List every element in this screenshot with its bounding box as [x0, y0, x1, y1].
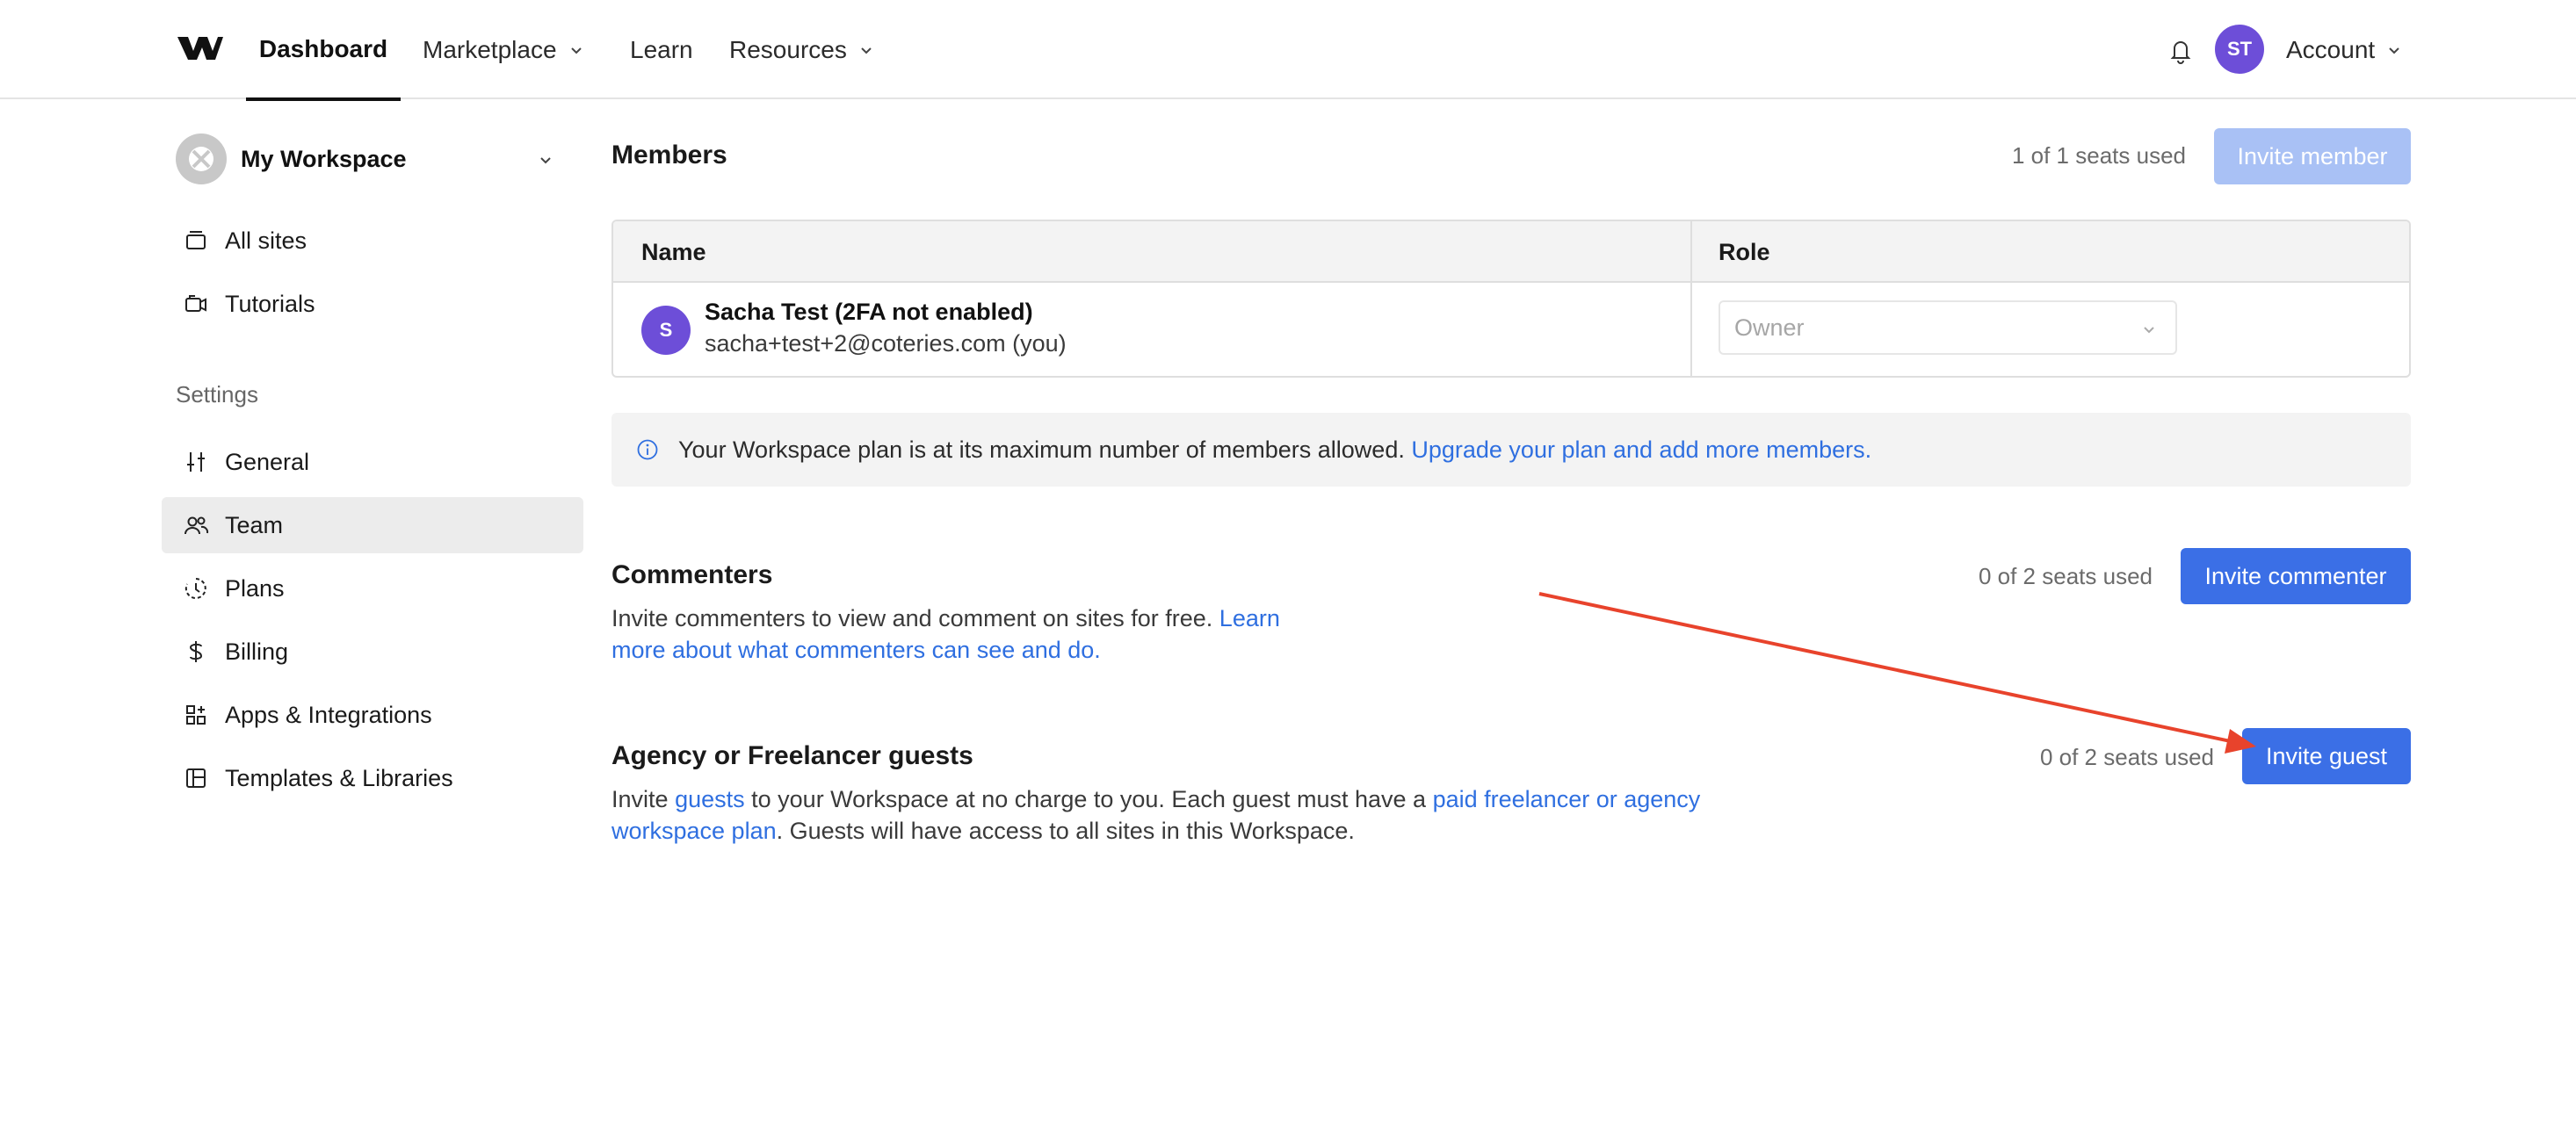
plans-icon — [185, 578, 206, 599]
top-navigation: Dashboard Marketplace Learn Resources ST… — [0, 0, 2576, 101]
member-role-select[interactable]: Owner — [1719, 300, 2177, 355]
nav-dashboard[interactable]: Dashboard — [246, 0, 401, 101]
learn-commenters-link-continued[interactable]: more about what commenters can see and d… — [611, 637, 1101, 663]
chevron-down-icon — [2144, 327, 2154, 334]
sidebar-item-general[interactable]: General — [162, 434, 583, 490]
sidebar-item-team[interactable]: Team — [162, 497, 583, 553]
sidebar-item-label: Apps & Integrations — [225, 701, 432, 728]
templates-icon — [186, 768, 206, 788]
member-name: Sacha Test (2FA not enabled) — [705, 299, 1033, 325]
nav-marketplace[interactable]: Marketplace — [423, 0, 583, 99]
notice-text: Your Workspace plan is at its maximum nu… — [678, 436, 1405, 463]
column-header-role: Role — [1719, 238, 1770, 265]
sidebar-item-label: Billing — [225, 638, 289, 665]
nav-account[interactable]: Account — [2286, 0, 2401, 99]
invite-commenter-button[interactable]: Invite commenter — [2181, 548, 2411, 604]
guests-desc-text: to your Workspace at no charge to you. E… — [751, 786, 1427, 812]
sidebar-item-plans[interactable]: Plans — [162, 560, 583, 617]
sliders-icon — [187, 452, 205, 472]
invite-member-button[interactable]: Invite member — [2214, 128, 2411, 184]
column-divider — [1690, 221, 1692, 376]
sidebar-item-tutorials[interactable]: Tutorials — [162, 276, 583, 332]
member-avatar-initial: S — [659, 319, 673, 341]
commenters-description: Invite commenters to view and comment on… — [611, 602, 1332, 666]
member-email: sacha+test+2@coteries.com (you) — [705, 330, 1067, 357]
guests-description: Invite guests to your Workspace at no ch… — [611, 783, 1754, 847]
workspace-name: My Workspace — [241, 145, 407, 172]
sidebar-item-apps[interactable]: Apps & Integrations — [162, 687, 583, 743]
upgrade-plan-link[interactable]: Upgrade your plan and add more members. — [1411, 436, 1871, 464]
chevron-down-icon — [540, 157, 551, 164]
chevron-down-icon — [2389, 47, 2399, 54]
nav-marketplace-label: Marketplace — [423, 35, 557, 63]
member-limit-notice: Your Workspace plan is at its maximum nu… — [611, 413, 2411, 487]
members-seats-used: 1 of 1 seats used — [2011, 142, 2186, 169]
nav-learn-label: Learn — [630, 35, 693, 63]
commenters-seats-used: 0 of 2 seats used — [1978, 563, 2153, 589]
paid-plan-link[interactable]: paid freelancer or agency — [1433, 786, 1701, 812]
dollar-icon — [189, 641, 203, 662]
nav-resources[interactable]: Resources — [729, 0, 873, 99]
members-table-header — [613, 221, 2409, 283]
guests-desc-text: Invite — [611, 786, 669, 812]
info-icon — [637, 439, 658, 460]
sidebar-item-label: Plans — [225, 574, 285, 602]
chevron-down-icon — [861, 47, 872, 54]
apps-icon — [186, 705, 206, 725]
commenters-desc-text: Invite commenters to view and comment on… — [611, 605, 1213, 631]
sidebar-item-label: General — [225, 448, 310, 475]
sidebar-item-label: Team — [225, 511, 284, 538]
sidebar-item-label: All sites — [225, 227, 308, 254]
account-avatar[interactable]: ST — [2215, 25, 2264, 74]
workspace-logo-icon — [176, 133, 227, 184]
commenters-title: Commenters — [611, 560, 773, 589]
invite-guest-button[interactable]: Invite guest — [2242, 728, 2411, 784]
sites-icon — [186, 231, 206, 249]
member-avatar: S — [641, 306, 691, 355]
nav-resources-label: Resources — [729, 35, 847, 63]
paid-plan-link-continued[interactable]: workspace plan — [611, 818, 777, 844]
member-role-value: Owner — [1734, 314, 1805, 341]
team-icon — [185, 516, 209, 535]
members-title: Members — [611, 141, 727, 170]
learn-commenters-link[interactable]: Learn — [1219, 605, 1280, 631]
nav-dashboard-label: Dashboard — [258, 34, 388, 62]
workspace-switcher[interactable]: My Workspace — [176, 133, 562, 184]
guests-title: Agency or Freelancer guests — [611, 741, 973, 770]
bell-icon[interactable] — [2167, 35, 2195, 65]
chevron-down-icon — [570, 47, 582, 54]
sidebar-item-templates[interactable]: Templates & Libraries — [162, 750, 583, 806]
settings-heading: Settings — [176, 381, 258, 408]
account-avatar-initials: ST — [2226, 38, 2253, 60]
webflow-logo-icon[interactable] — [177, 35, 223, 61]
members-table: Name Role S Sacha Test (2FA not enabled)… — [611, 220, 2411, 378]
column-header-name: Name — [641, 238, 706, 265]
nav-account-label: Account — [2286, 35, 2376, 63]
sidebar-item-label: Templates & Libraries — [225, 764, 453, 791]
guests-desc-text: . Guests will have access to all sites i… — [776, 818, 1355, 844]
sidebar-item-billing[interactable]: Billing — [162, 624, 583, 680]
sidebar-item-label: Tutorials — [225, 290, 315, 317]
nav-learn[interactable]: Learn — [630, 0, 693, 99]
sidebar-item-all-sites[interactable]: All sites — [162, 213, 583, 269]
guests-link[interactable]: guests — [675, 786, 745, 812]
guests-seats-used: 0 of 2 seats used — [2039, 744, 2214, 770]
tutorials-icon — [185, 295, 206, 312]
